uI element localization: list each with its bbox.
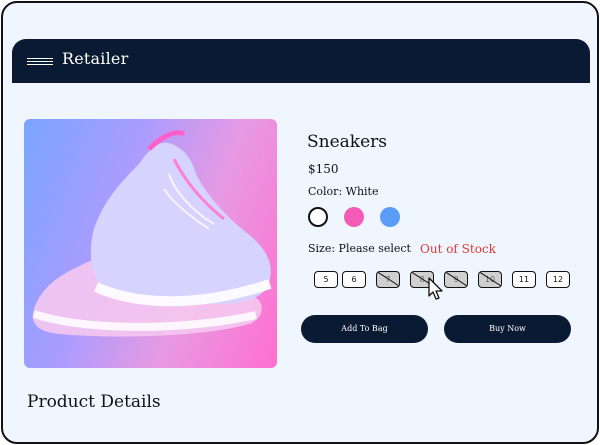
header-bar: Retailer [12,39,590,83]
size-button-6[interactable]: 6 [342,271,366,288]
mouse-pointer-icon [428,277,443,300]
hamburger-menu-icon[interactable] [27,58,53,66]
product-details-heading: Product Details [27,392,161,412]
color-swatch-white[interactable] [308,207,328,227]
color-swatch-pink[interactable] [344,207,364,227]
buy-now-button[interactable]: Buy Now [444,315,571,343]
product-price: $150 [308,162,339,176]
brand-title: Retailer [62,49,129,68]
product-image [24,119,277,368]
app-frame: Retailer Sneakers $150 Color: White Size… [1,1,599,444]
sneaker-illustration [32,130,272,337]
product-title: Sneakers [307,132,388,152]
stock-status: Out of Stock [420,242,496,256]
color-swatch-blue[interactable] [380,207,400,227]
size-button-11[interactable]: 11 [512,271,536,288]
color-label: Color: White [308,185,379,198]
size-button-12[interactable]: 12 [546,271,570,288]
size-button-10[interactable]: 10 [478,271,502,288]
size-button-5[interactable]: 5 [314,271,338,288]
size-button-7[interactable]: 7 [376,271,400,288]
size-label: Size: Please select [308,242,411,255]
add-to-bag-button[interactable]: Add To Bag [301,315,428,343]
size-button-9[interactable]: 9 [444,271,468,288]
